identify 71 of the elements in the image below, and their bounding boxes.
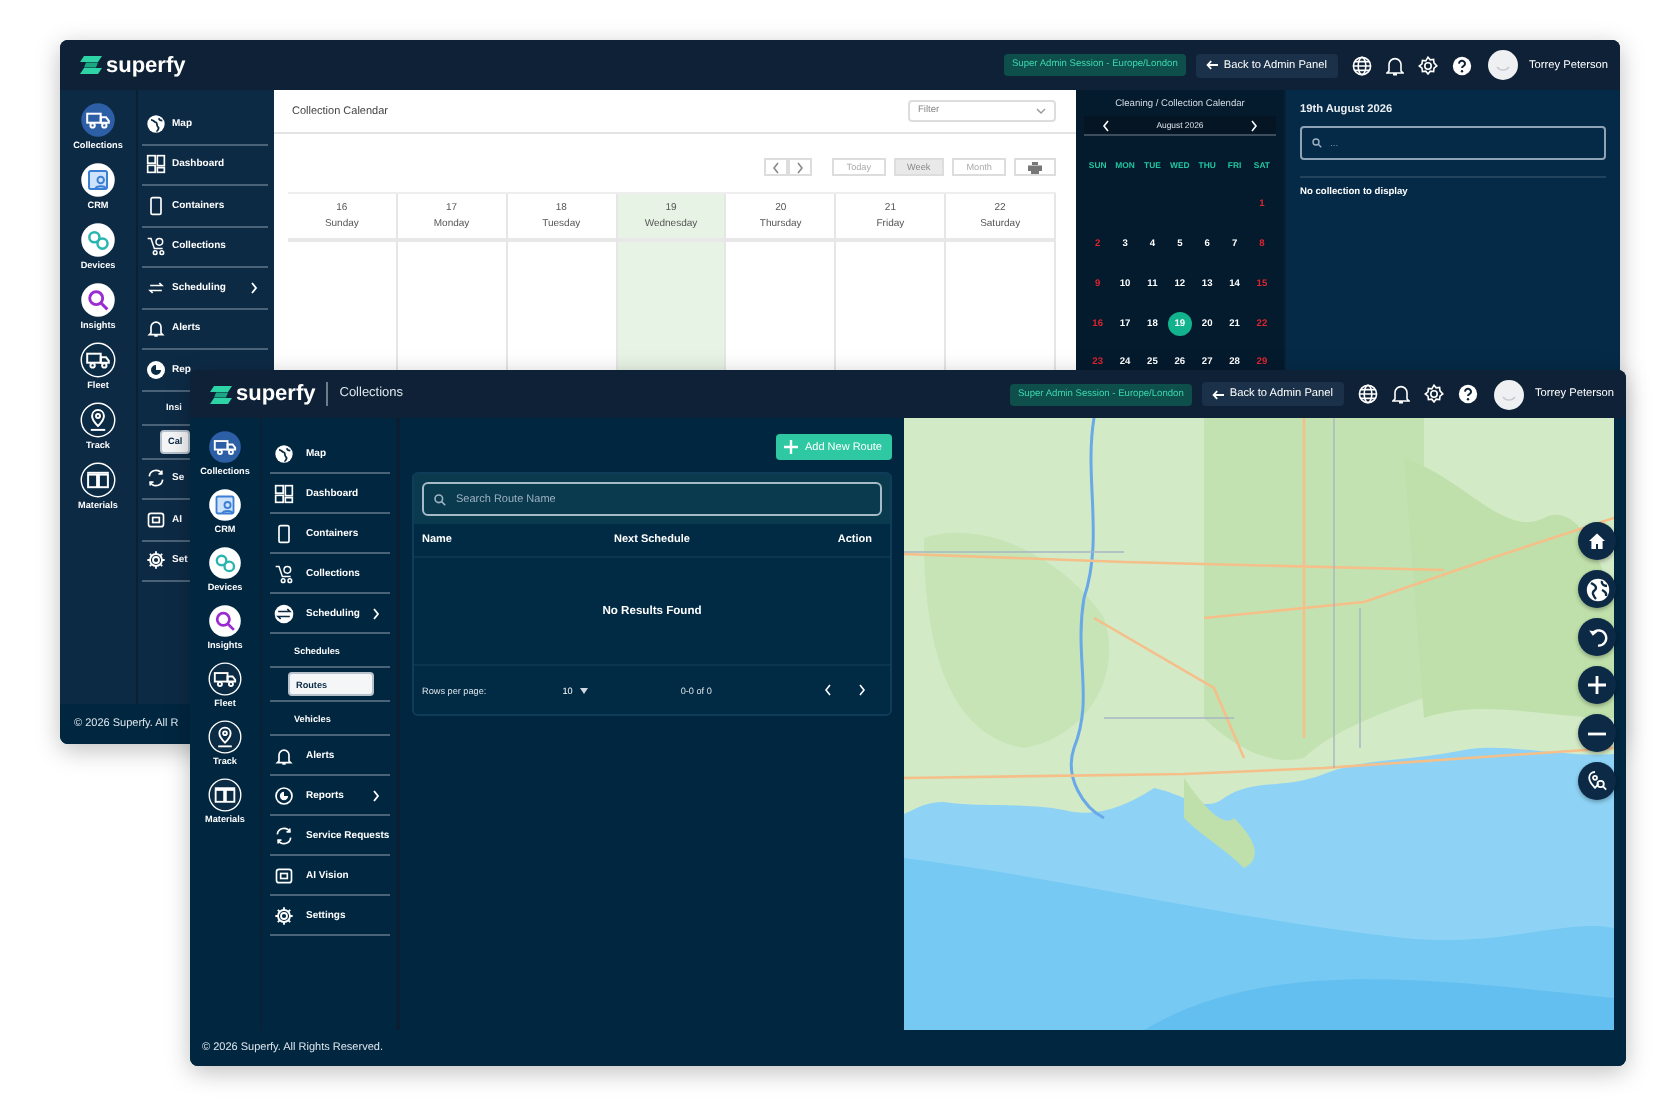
plus-icon: [784, 440, 799, 454]
help-icon[interactable]: [1451, 55, 1472, 75]
contact-card-icon: [208, 488, 242, 522]
chart-icon: [146, 359, 166, 380]
settings-icon: [146, 550, 166, 571]
globe-icon[interactable]: [1357, 384, 1378, 404]
next-button[interactable]: [788, 158, 813, 176]
chip-icon: [274, 865, 294, 885]
truck-icon: [208, 662, 242, 696]
logo-text: superfy: [236, 382, 316, 406]
magnifier-icon: [208, 604, 242, 638]
previous-button[interactable]: [764, 158, 789, 176]
container-icon: [146, 195, 166, 216]
contact-card-icon: [80, 162, 116, 198]
chevron-right-icon[interactable]: [1250, 119, 1258, 131]
minus-icon: [1588, 731, 1606, 735]
location-pin-icon: [208, 720, 242, 754]
chart-icon: [274, 785, 294, 805]
container-icon: [274, 523, 294, 543]
help-icon[interactable]: [1457, 384, 1478, 404]
truck-icon: [79, 102, 116, 138]
plus-icon: [1588, 676, 1606, 694]
left-arrow-icon: [1205, 60, 1218, 70]
caret-icon: [580, 687, 589, 693]
chevron-right-icon[interactable]: [858, 684, 866, 696]
settings-icon[interactable]: [1417, 55, 1438, 75]
globe-icon[interactable]: [1351, 55, 1372, 75]
printer-icon: [1028, 161, 1042, 173]
chevron-left-icon[interactable]: [824, 684, 832, 696]
search-icon: [1312, 138, 1322, 148]
dashboard-grid-icon: [146, 154, 166, 175]
settings-icon[interactable]: [1423, 384, 1444, 404]
avatar-icon[interactable]: [1487, 50, 1518, 80]
bins-icon: [79, 462, 116, 498]
print-button[interactable]: [1014, 158, 1056, 176]
bell-icon[interactable]: [1391, 384, 1410, 404]
home-icon: [1588, 532, 1606, 550]
cart-icon: [274, 563, 294, 583]
gears-icon: [80, 222, 116, 258]
truck-icon: [80, 342, 116, 378]
swap-arrows-icon: [146, 277, 166, 298]
chevron-left-icon: [772, 161, 781, 173]
chevron-right-icon: [796, 161, 805, 173]
caret-icon: [1036, 108, 1046, 114]
rotate-icon: [1587, 627, 1607, 647]
truck-icon: [207, 430, 242, 464]
dashboard-grid-icon: [274, 483, 294, 503]
location-pin-icon: [80, 402, 116, 438]
pin-search-icon: [1586, 770, 1608, 792]
chip-icon: [146, 509, 166, 530]
logo-icon: [210, 385, 232, 403]
globe-icon: [274, 443, 294, 463]
bell-icon[interactable]: [1385, 55, 1404, 75]
bell-icon: [274, 745, 294, 765]
logo-text: superfy: [106, 53, 186, 77]
chevron-left-icon[interactable]: [1102, 119, 1110, 131]
bins-icon: [207, 778, 242, 812]
logo-icon: [80, 56, 102, 74]
avatar-icon[interactable]: [1493, 379, 1524, 409]
gears-icon: [208, 546, 242, 580]
swap-arrows-icon: [274, 603, 294, 623]
globe-icon: [1585, 577, 1609, 601]
search-icon: [434, 493, 446, 505]
settings-icon: [274, 905, 294, 925]
globe-icon: [146, 113, 166, 134]
bell-icon: [146, 318, 166, 339]
refresh-icon: [274, 825, 294, 845]
left-arrow-icon: [1211, 389, 1224, 399]
magnifier-icon: [80, 282, 116, 318]
refresh-icon: [146, 468, 166, 489]
cart-icon: [146, 236, 166, 257]
